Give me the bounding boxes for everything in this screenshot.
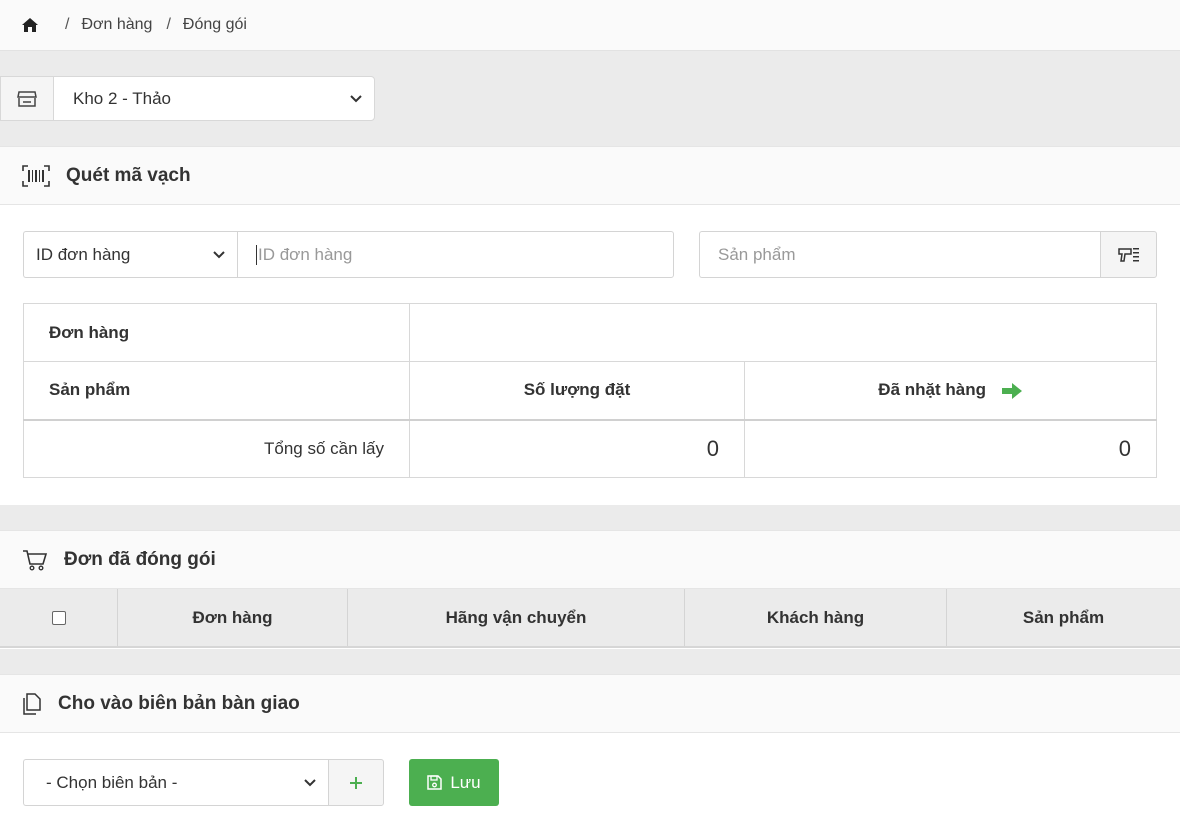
order-id-input[interactable]: ID đơn hàng [237, 231, 674, 278]
breadcrumb-separator: / [166, 16, 171, 33]
breadcrumb-orders[interactable]: Đơn hàng [81, 16, 152, 34]
column-customer[interactable]: Khách hàng [685, 589, 947, 646]
order-value [409, 303, 1157, 362]
id-type-value: ID đơn hàng [36, 244, 131, 264]
breadcrumb-packing: Đóng gói [182, 16, 247, 33]
table-row: Sản phẩm Số lượng đặt Đã nhặt hàng [23, 361, 1157, 420]
plus-icon [350, 776, 362, 789]
handover-title: Cho vào biên bản bàn giao [58, 692, 300, 714]
store-icon [0, 76, 53, 121]
save-button[interactable]: Lưu [409, 759, 499, 806]
scan-card-header: Quét mã vạch [0, 146, 1180, 205]
home-icon[interactable] [21, 16, 39, 34]
handover-card-header: Cho vào biên bản bàn giao [0, 674, 1180, 733]
product-search-group: Sản phẩm [699, 231, 1157, 278]
handover-select[interactable]: - Chọn biên bản - [23, 759, 328, 806]
barcode-icon [22, 164, 50, 187]
order-label: Đơn hàng [23, 303, 410, 362]
barcode-scanner-icon [1117, 247, 1139, 262]
total-label: Tổng số cần lấy [23, 418, 410, 478]
copy-icon [23, 692, 41, 715]
add-handover-button[interactable] [328, 759, 384, 806]
product-placeholder: Sản phẩm [718, 244, 796, 264]
packed-table-header: Đơn hàng Hãng vận chuyển Khách hàng Sản … [0, 589, 1180, 648]
order-id-placeholder: ID đơn hàng [258, 244, 353, 264]
packed-card: Đơn đã đóng gói Đơn hàng Hãng vận chuyển… [0, 530, 1180, 649]
text-cursor [256, 244, 257, 265]
total-ordered: 0 [409, 418, 745, 478]
warehouse-select[interactable]: Kho 2 - Thảo [53, 76, 375, 121]
select-all-checkbox[interactable] [51, 610, 66, 625]
column-product[interactable]: Sản phẩm [947, 589, 1180, 646]
save-label: Lưu [450, 772, 481, 792]
arrow-right-icon[interactable] [1001, 382, 1023, 400]
chevron-down-icon [350, 94, 362, 102]
total-row: Tổng số cần lấy 0 0 [23, 418, 1157, 478]
handover-select-value: - Chọn biên bản - [46, 772, 178, 792]
product-input[interactable]: Sản phẩm [699, 231, 1100, 278]
handover-card: Cho vào biên bản bàn giao - Chọn biên bả… [0, 674, 1180, 828]
product-label: Sản phẩm [23, 361, 410, 420]
warehouse-picker: Kho 2 - Thảo [0, 76, 375, 121]
cart-icon [23, 549, 48, 571]
order-id-group: ID đơn hàng ID đơn hàng [23, 231, 674, 278]
table-row: Đơn hàng [23, 303, 1157, 362]
id-type-select[interactable]: ID đơn hàng [23, 231, 237, 278]
packed-card-header: Đơn đã đóng gói [0, 530, 1180, 589]
breadcrumb: / Đơn hàng / Đóng gói [0, 0, 1180, 51]
scanner-button[interactable] [1100, 231, 1157, 278]
handover-group: - Chọn biên bản - [23, 759, 384, 806]
warehouse-select-value: Kho 2 - Thảo [73, 88, 171, 108]
column-carrier[interactable]: Hãng vận chuyển [348, 589, 685, 646]
select-all-cell [0, 589, 118, 646]
qty-ordered-header: Số lượng đặt [409, 361, 745, 420]
total-picked: 0 [744, 418, 1157, 478]
save-icon [427, 775, 443, 790]
chevron-down-icon [213, 250, 225, 258]
picked-header-label: Đã nhặt hàng [878, 380, 986, 400]
picked-header: Đã nhặt hàng [744, 361, 1157, 420]
chevron-down-icon [304, 778, 316, 786]
scan-table: Đơn hàng Sản phẩm Số lượng đặt Đã nhặt h… [23, 303, 1157, 478]
column-order[interactable]: Đơn hàng [118, 589, 348, 646]
packed-title: Đơn đã đóng gói [64, 548, 216, 570]
scan-card: Quét mã vạch ID đơn hàng ID đơn hàng Sản… [0, 146, 1180, 505]
breadcrumb-separator: / [65, 16, 70, 33]
scan-title: Quét mã vạch [66, 164, 191, 186]
